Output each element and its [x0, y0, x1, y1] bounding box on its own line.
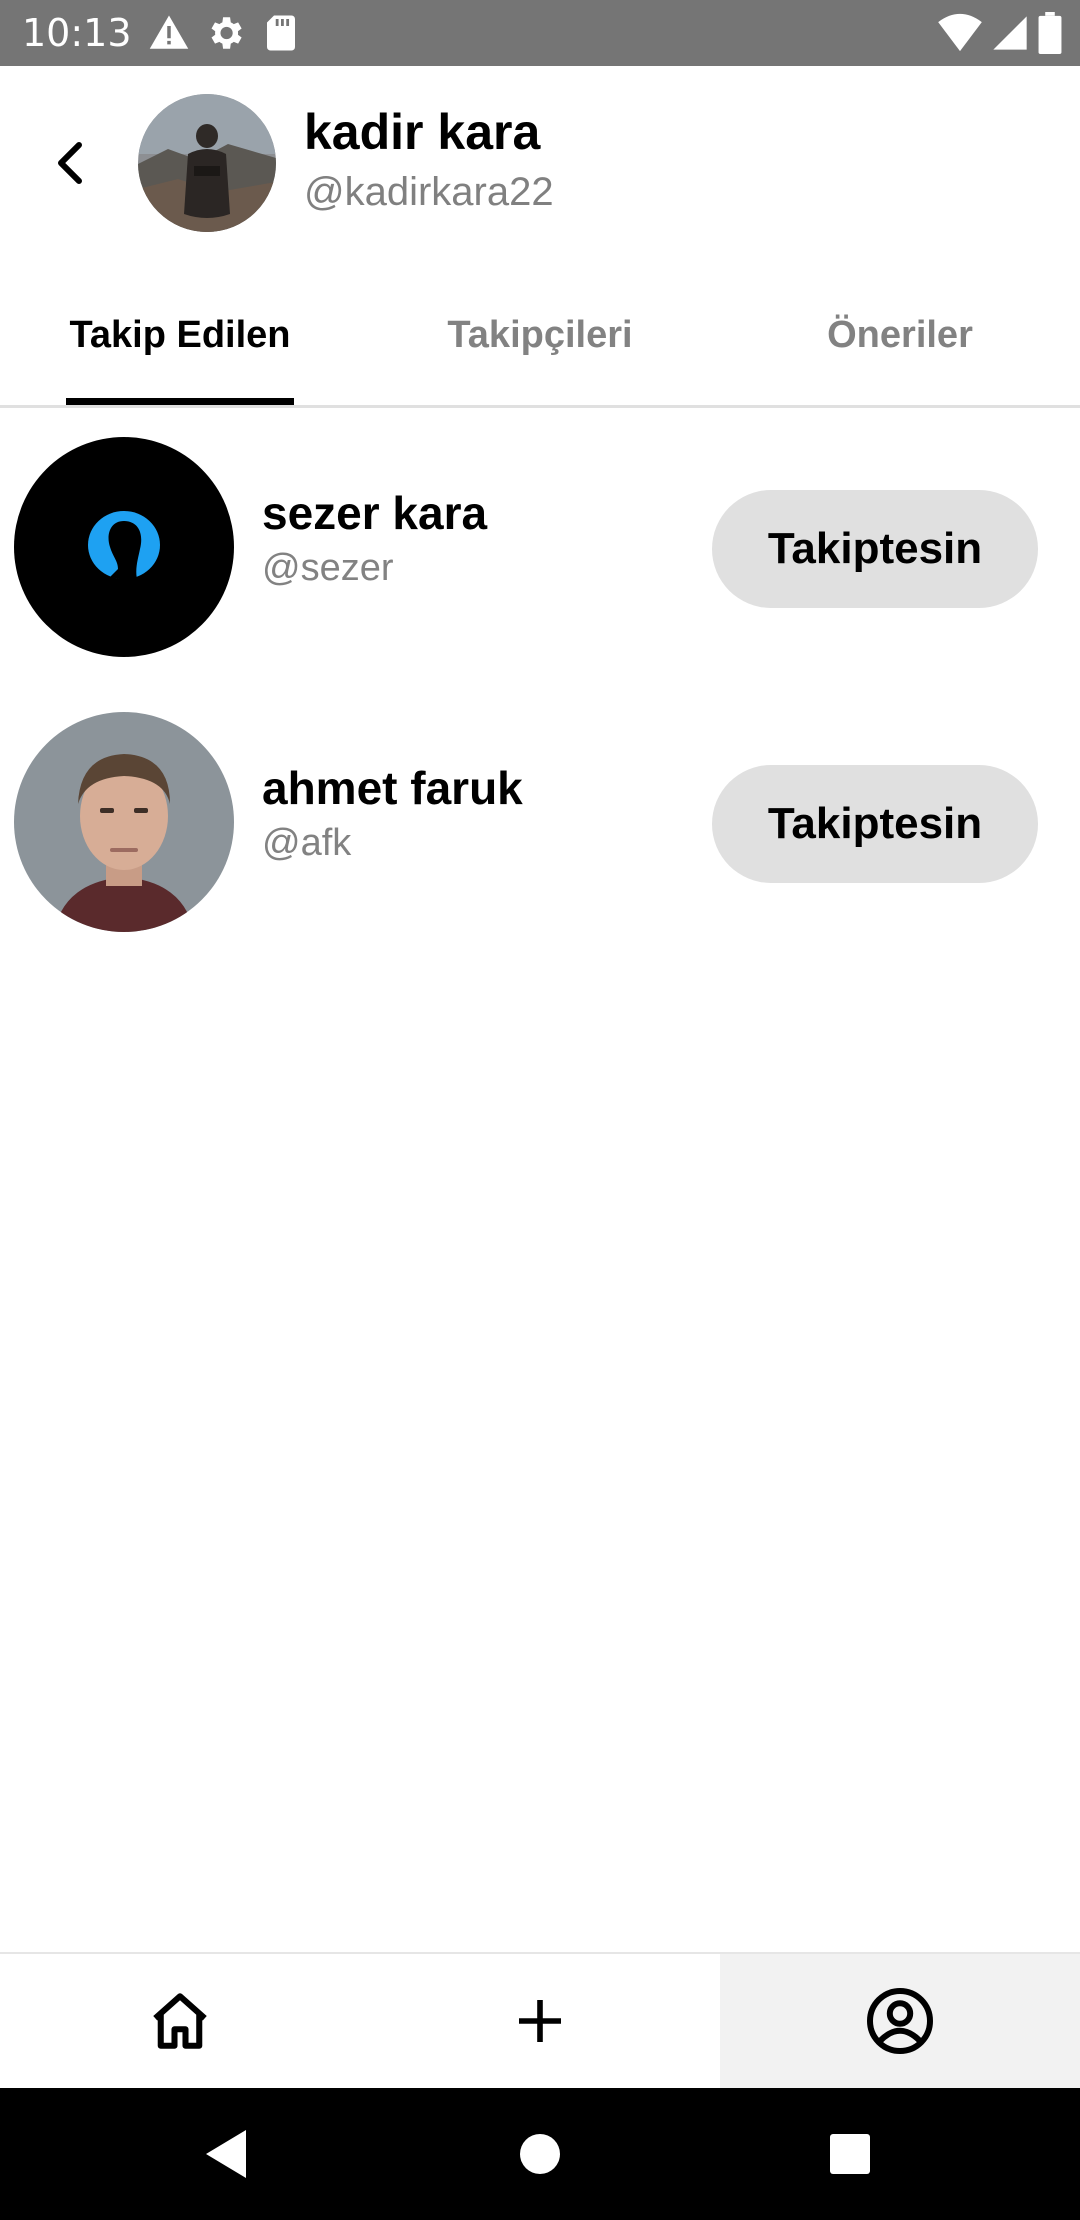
tab-bar: Takip Edilen Takipçileri Öneriler — [0, 266, 1080, 408]
profile-header: kadir kara @kadirkara22 — [0, 66, 1080, 266]
avatar[interactable] — [14, 712, 234, 932]
profile-name: kadir kara — [304, 104, 541, 160]
tab-takip-edilen[interactable]: Takip Edilen — [0, 266, 360, 405]
system-nav-bar — [0, 2088, 1080, 2220]
tab-oneriler[interactable]: Öneriler — [720, 266, 1080, 405]
nav-profile[interactable] — [720, 1954, 1080, 2088]
status-bar: 10:13 — [0, 0, 1080, 66]
following-button[interactable]: Takiptesin — [712, 490, 1038, 608]
home-icon — [153, 1993, 207, 2049]
chevron-left-icon — [58, 142, 82, 184]
home-circle-icon — [520, 2134, 560, 2174]
warning-icon — [148, 12, 190, 54]
bottom-nav — [0, 1952, 1080, 2088]
system-home-button[interactable] — [504, 2118, 576, 2190]
profile-icon — [867, 1988, 933, 2054]
user-handle: @afk — [262, 822, 352, 864]
default-avatar-icon — [14, 437, 234, 657]
avatar[interactable] — [138, 94, 276, 232]
tab-indicator — [66, 398, 294, 405]
system-recents-button[interactable] — [814, 2118, 886, 2190]
following-button[interactable]: Takiptesin — [712, 765, 1038, 883]
status-time: 10:13 — [22, 11, 132, 55]
back-triangle-icon — [206, 2130, 246, 2178]
nav-home[interactable] — [0, 1954, 360, 2088]
system-back-button[interactable] — [190, 2118, 262, 2190]
user-handle: @sezer — [262, 547, 394, 589]
sd-card-icon — [260, 12, 302, 54]
back-button[interactable] — [38, 130, 104, 196]
profile-handle: @kadirkara22 — [304, 170, 554, 214]
user-name: ahmet faruk — [262, 762, 523, 814]
add-icon — [519, 2000, 561, 2042]
avatar[interactable] — [14, 437, 234, 657]
gear-icon — [204, 12, 246, 54]
nav-add[interactable] — [360, 1954, 720, 2088]
list-item[interactable]: sezer kara @sezer Takiptesin — [0, 427, 1080, 667]
cellular-icon — [990, 13, 1030, 53]
tab-takipcileri[interactable]: Takipçileri — [360, 266, 720, 405]
profile-photo — [14, 712, 234, 932]
profile-photo — [138, 94, 276, 232]
wifi-icon — [938, 13, 982, 53]
recents-square-icon — [830, 2134, 870, 2174]
user-name: sezer kara — [262, 487, 488, 539]
list-item[interactable]: ahmet faruk @afk Takiptesin — [0, 702, 1080, 942]
battery-icon — [1038, 12, 1062, 54]
